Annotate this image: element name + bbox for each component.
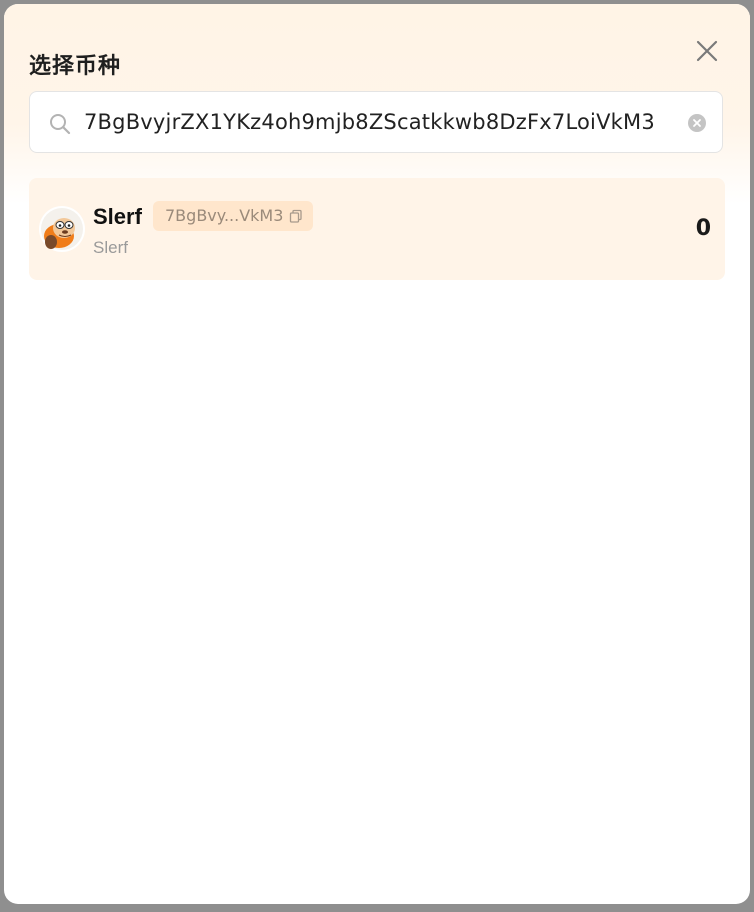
modal-title: 选择币种 (29, 54, 122, 79)
clear-circle-icon[interactable] (687, 113, 707, 133)
token-address: 7BgBvy...VkM3 (165, 206, 284, 225)
search-input[interactable] (84, 104, 679, 140)
slerf-token-logo (39, 206, 85, 252)
token-address-chip[interactable]: 7BgBvy...VkM3 (153, 201, 314, 231)
token-list-item[interactable]: Slerf 7BgBvy...VkM3 Slerf 0 (29, 178, 725, 280)
token-name: Slerf (93, 238, 128, 257)
close-icon (696, 40, 718, 62)
search-box[interactable] (29, 91, 723, 153)
token-symbol: Slerf (93, 204, 142, 229)
token-balance: 0 (695, 216, 711, 241)
select-token-modal: 选择币种 7BgBvyjrZX1YKz4oh9mjb8ZScatkkwb8DzF… (4, 4, 750, 904)
copy-icon[interactable] (289, 209, 303, 223)
search-icon (50, 114, 71, 135)
close-button[interactable] (692, 36, 722, 66)
